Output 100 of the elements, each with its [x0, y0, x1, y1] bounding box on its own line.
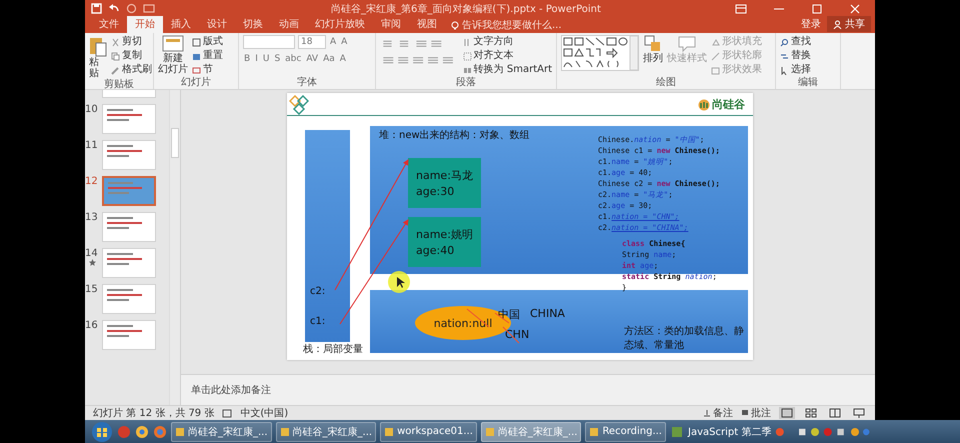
- taskbar-window-button[interactable]: 尚硅谷_宋红康_...: [480, 422, 582, 442]
- shapes-gallery-drawing[interactable]: [561, 35, 639, 71]
- reset-button[interactable]: 重置: [192, 49, 223, 63]
- slide-sorter-icon[interactable]: [803, 407, 819, 419]
- slide-number: 12: [85, 176, 99, 187]
- layout-button[interactable]: 版式: [192, 35, 223, 49]
- app-icon[interactable]: [670, 424, 684, 438]
- cut-button[interactable]: 剪切: [111, 35, 152, 49]
- arrange-button[interactable]: 排列: [643, 35, 663, 64]
- group-label: 字体: [296, 77, 318, 89]
- variable-label: c2:: [310, 286, 326, 297]
- ribbon-display-icon[interactable]: [735, 4, 747, 14]
- browser-icon[interactable]: [153, 424, 167, 438]
- window-title: 尚硅谷_宋红康_第6章_面向对象编程(下).pptx - PowerPoint: [331, 2, 602, 16]
- normal-view-icon[interactable]: [779, 407, 795, 419]
- slideshow-icon[interactable]: [851, 407, 867, 419]
- format-button[interactable]: B: [243, 54, 252, 64]
- format-button[interactable]: U: [262, 54, 270, 64]
- align-text-button[interactable]: 对齐文本: [462, 49, 552, 63]
- save-icon[interactable]: [91, 3, 102, 14]
- object-field: age:30: [416, 185, 481, 198]
- slide-number: 14: [85, 248, 99, 259]
- share-button[interactable]: 共享: [827, 16, 871, 32]
- format-painter-button[interactable]: 格式刷: [111, 63, 152, 77]
- shape-fill-button[interactable]: 形状填充: [711, 35, 762, 49]
- format-button[interactable]: I: [254, 54, 259, 64]
- format-button[interactable]: abc: [284, 54, 302, 64]
- folder-icon: [589, 426, 600, 436]
- outline-icon: [711, 52, 720, 60]
- smartart-icon: [462, 66, 472, 74]
- find-button[interactable]: 查找: [780, 35, 811, 49]
- slide-thumbnail[interactable]: [102, 320, 156, 350]
- align-text-icon: [462, 52, 472, 60]
- taskbar-window-button[interactable]: workspace01...: [380, 422, 477, 442]
- quick-styles-button[interactable]: 快速样式: [667, 35, 707, 64]
- brush-icon: [111, 66, 120, 74]
- tell-me-field[interactable]: 告诉我您想要做什么...: [451, 20, 582, 33]
- text-direction-button[interactable]: 文字方向: [462, 35, 552, 49]
- close-icon[interactable]: [849, 4, 861, 14]
- method-area-label: 方法区：类的加载信息、静态域、常量池: [624, 325, 744, 353]
- section-button[interactable]: 节: [192, 63, 223, 77]
- constant-value: CHINA: [530, 307, 565, 320]
- group-label: 剪贴板: [103, 79, 135, 91]
- slide-number: 15: [85, 284, 99, 295]
- notes-button[interactable]: 备注: [703, 406, 733, 420]
- replace-icon: [780, 52, 789, 60]
- format-button[interactable]: S: [273, 54, 282, 64]
- slide-thumbnail[interactable]: [102, 104, 156, 134]
- scrollbar[interactable]: [169, 90, 180, 405]
- comment-icon: [741, 409, 749, 417]
- start-button-icon[interactable]: [91, 420, 113, 442]
- slide-thumbnail[interactable]: [102, 284, 156, 314]
- comments-button[interactable]: 批注: [741, 406, 771, 420]
- copy-button[interactable]: 复制: [111, 49, 152, 63]
- language-label[interactable]: 中文(中国): [240, 406, 288, 420]
- font-size-step-button[interactable]: A: [329, 37, 338, 47]
- ribbon-tab[interactable]: 动画: [271, 16, 307, 33]
- group-label: 段落: [455, 77, 477, 89]
- ribbon-tab[interactable]: 切换: [235, 16, 271, 33]
- replace-button[interactable]: 替换: [780, 49, 811, 63]
- font-name-field[interactable]: [243, 35, 295, 49]
- slide-thumbnail[interactable]: [102, 176, 156, 206]
- shape-outline-button[interactable]: 形状轮廓: [711, 49, 762, 63]
- ribbon-tab[interactable]: 插入: [163, 16, 199, 33]
- heap-label: 堆：new出来的结构：对象、数组: [379, 128, 530, 142]
- slide-count: 幻灯片 第 12 张，共 79 张: [93, 406, 214, 420]
- notes-icon: [703, 409, 711, 417]
- paste-button[interactable]: 粘贴: [89, 35, 107, 79]
- taskbar-window-button[interactable]: 尚硅谷_宋红康_...: [171, 422, 272, 442]
- reset-icon: [192, 52, 201, 60]
- spellcheck-icon[interactable]: [222, 408, 232, 418]
- smartart-button[interactable]: 转换为 SmartArt: [462, 63, 552, 77]
- slide-thumbnail[interactable]: [102, 140, 156, 170]
- font-size-field[interactable]: 18: [298, 35, 326, 49]
- browser-icon[interactable]: [135, 424, 149, 438]
- notes-field[interactable]: 单击此处添加备注: [189, 384, 393, 396]
- format-button[interactable]: A: [338, 54, 347, 64]
- group-label: 绘图: [655, 77, 677, 89]
- slide-thumbnail[interactable]: [102, 212, 156, 242]
- taskbar-window-button[interactable]: Recording...: [585, 422, 666, 442]
- slide-thumbnail[interactable]: [102, 248, 156, 278]
- ribbon-tab[interactable]: 幻灯片放映: [307, 16, 373, 33]
- format-button[interactable]: AV: [305, 54, 320, 64]
- ribbon-tab[interactable]: 视图: [409, 16, 445, 33]
- sign-in-link[interactable]: 登录: [795, 17, 827, 33]
- ribbon-tab[interactable]: 文件: [91, 16, 127, 33]
- font-size-step-button[interactable]: A: [340, 37, 348, 47]
- format-button[interactable]: Aa: [322, 54, 336, 64]
- reading-view-icon[interactable]: [827, 407, 843, 419]
- maximize-icon[interactable]: [811, 4, 823, 14]
- undo-icon[interactable]: [108, 3, 120, 14]
- shape-effects-button[interactable]: 形状效果: [711, 63, 762, 77]
- ribbon-tab[interactable]: 审阅: [373, 16, 409, 33]
- person-icon: [833, 20, 842, 28]
- select-button[interactable]: 选择: [780, 63, 811, 77]
- taskbar-window-button[interactable]: 尚硅谷_宋红康_...: [276, 422, 376, 442]
- ribbon-tab[interactable]: 设计: [199, 16, 235, 33]
- taskbar-app-label[interactable]: JavaScript 第二季: [688, 424, 772, 438]
- ribbon-tab[interactable]: 开始: [127, 16, 163, 33]
- new-slide-button[interactable]: 新建 幻灯片: [158, 35, 188, 75]
